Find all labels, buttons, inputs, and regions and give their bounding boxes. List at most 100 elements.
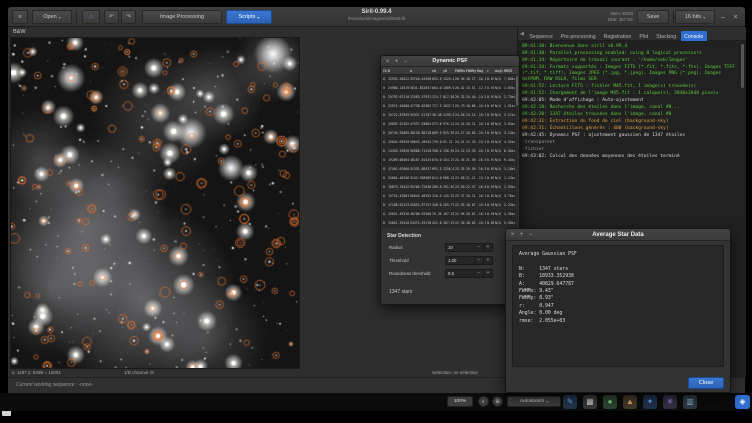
save-button[interactable]: Save	[637, 10, 669, 24]
chart-app-icon[interactable]: ▥	[683, 395, 697, 409]
window-close-button[interactable]: ×	[730, 12, 741, 23]
camera-icon[interactable]: ●	[603, 395, 617, 409]
psf-row[interactable]: 023974.44080747738.029822717.311037.9025…	[382, 102, 518, 111]
app-grid-icon[interactable]: ▦	[583, 395, 597, 409]
psf-cell: 24.31"	[454, 138, 465, 147]
psf-cell: 0.511	[486, 84, 494, 93]
close-button[interactable]: Close	[688, 377, 724, 389]
display-mode-dropdown[interactable]: Autostretch▾	[507, 396, 561, 407]
image-processing-menu-button[interactable]: Image Processing	[142, 10, 222, 24]
psf-col-a[interactable]: A	[409, 67, 431, 74]
tabs-scroll-left-icon[interactable]: ◀	[518, 31, 526, 37]
psf-table-scrollbar[interactable]	[516, 76, 518, 106]
psf-cell: 1.91e+03	[503, 102, 515, 111]
spin-increment-button[interactable]: +	[483, 270, 492, 277]
psf-cell: 291.03	[442, 183, 454, 192]
psf-cell: 24.58"	[454, 111, 465, 120]
psf-cell: 145.35	[442, 192, 454, 201]
psf-row[interactable]: 012933.20012739740.429568653.591325.4126…	[382, 75, 518, 84]
psf-cell: 39740.429568	[409, 75, 431, 84]
spin-increment-button[interactable]: +	[483, 257, 492, 264]
spin-decrement-button[interactable]: −	[474, 257, 483, 264]
psf-dialog-titlebar[interactable]: × + − Dynamic PSF	[381, 56, 519, 67]
undo-button[interactable]: ↶	[104, 10, 119, 24]
psf-cell: 12.33"	[465, 138, 476, 147]
active-window-icon[interactable]: ◈	[735, 395, 750, 409]
psf-cell: 174.77	[431, 93, 442, 102]
psf-cell: 1.18e+03	[503, 165, 515, 174]
psf-cell: 51335.684375	[409, 165, 431, 174]
psf-row[interactable]: 015722.87859855937.51707536.481199.8224.…	[382, 111, 518, 120]
home-button[interactable]: ⌂	[82, 10, 100, 24]
redo-button[interactable]: ↷	[121, 10, 136, 24]
threshold-spinbox[interactable]: 1.00−+	[445, 256, 493, 265]
psf-row[interactable]: 015752.42801256643.483558216.54145.3523.…	[382, 192, 518, 201]
psf-col-x0[interactable]: x0	[431, 67, 442, 74]
galaxy-app-icon[interactable]: ✳	[663, 395, 677, 409]
psf-cell: 19.56"	[465, 165, 476, 174]
psf-cell: 23.50"	[454, 183, 465, 192]
psf-row[interactable]: 015044.63920150643.105443739.0891.2224.3…	[382, 138, 518, 147]
psf-cell: 398.28	[431, 147, 442, 156]
psf-row[interactable]: 017108.63123655852.977477346.04269.7922.…	[382, 201, 518, 210]
window-minimize-button[interactable]: –	[718, 12, 728, 23]
psf-col-b[interactable]: B	[387, 67, 409, 74]
image-viewer-icon[interactable]: ▲	[623, 395, 637, 409]
psf-cell: 25864.463460	[387, 174, 409, 183]
psf-row[interactable]: 017401.67660651335.684375691.511256.6123…	[382, 165, 518, 174]
radius-spinbox[interactable]: 10−+	[445, 243, 493, 252]
psf-col-rmse[interactable]: RMSE	[503, 67, 515, 74]
psf-row[interactable]: 019209.00464448187.014154670.04154.2923.…	[382, 156, 518, 165]
psf-cell: -16.56	[476, 156, 486, 165]
psf-cell: N/A	[494, 183, 503, 192]
psf-cell: N/A	[494, 219, 503, 228]
psf-col-y0[interactable]: y0	[442, 67, 454, 74]
psf-row[interactable]: 025864.4634603143.938989613.08968.1623.6…	[382, 174, 518, 183]
spin-increment-button[interactable]: +	[483, 244, 492, 251]
siril-icon[interactable]: ✦	[643, 395, 657, 409]
psf-cell: 2.75e+03	[503, 93, 515, 102]
avg-dialog-title: Average Star Data	[506, 232, 730, 238]
half-circle-icon: ◐	[482, 399, 485, 405]
psf-col-r[interactable]: r	[486, 67, 494, 74]
psf-col-fwhmy[interactable]: FWHMy	[465, 67, 476, 74]
psf-row[interactable]: 014455.33850058908.713187398.28136.9424.…	[382, 147, 518, 156]
bit-depth-dropdown[interactable]: 16 bits▾	[675, 10, 715, 24]
negative-view-toggle[interactable]: ◐	[478, 396, 489, 407]
psf-cell: 0.934	[486, 156, 494, 165]
psf-row[interactable]: 020744.93005148130.801184869.91925.9524.…	[382, 129, 518, 138]
psf-row[interactable]: 016879.70432755766.720368285.82291.0323.…	[382, 183, 518, 192]
psf-row[interactable]: 024980.1361955631.832657664.051009.0526.…	[382, 84, 518, 93]
roundness-threshold-spinbox[interactable]: 0.5−+	[445, 269, 493, 278]
spin-decrement-button[interactable]: −	[474, 270, 483, 277]
psf-row[interactable]: 015631.49316148708.92560076.35167.3522.9…	[382, 210, 518, 219]
hamburger-menu-button[interactable]: ≡	[12, 10, 28, 24]
psf-cell: 23974.440807	[387, 102, 409, 111]
psf-row[interactable]: 025792.67118612583.379318174.77817.0526.…	[382, 93, 518, 102]
psf-dialog-title: Dynamic PSF	[381, 58, 519, 64]
avg-dialog-titlebar[interactable]: × + − Average Star Data	[506, 229, 730, 241]
psf-cell: -16.54	[476, 129, 486, 138]
psf-cell: 23.33"	[465, 147, 476, 156]
console-line: 09:41:34: Répertoire de travail courant …	[522, 58, 742, 64]
psf-cell: 20.31"	[465, 120, 476, 129]
zoom-level-box[interactable]: 100%	[447, 396, 473, 407]
psf-cell: 23.14"	[465, 111, 476, 120]
psf-col-mag[interactable]: Mag	[476, 67, 486, 74]
psf-col-angle[interactable]: Angle	[494, 67, 503, 74]
home-icon: ⌂	[89, 14, 92, 20]
psf-row[interactable]: 015841.29418254275.291786421.82167.5922.…	[382, 219, 518, 228]
text-editor-icon[interactable]: ✎	[563, 395, 577, 409]
open-button[interactable]: Open▾	[32, 10, 72, 24]
psf-cell: 1256.61	[442, 165, 454, 174]
psf-row[interactable]: 019895.52202447937.638041573.88976.1424.…	[382, 120, 518, 129]
stars-count-label: 1347 stars	[389, 289, 412, 295]
psf-cell: 18.27"	[465, 75, 476, 84]
psf-cell: 22.36"	[454, 219, 465, 228]
console-scrollbar[interactable]	[741, 44, 744, 88]
crosshair-toggle[interactable]: ⊕	[492, 396, 503, 407]
astro-image-view[interactable]	[10, 37, 300, 369]
spin-decrement-button[interactable]: −	[474, 244, 483, 251]
psf-col-fwhmx[interactable]: FWHMx	[454, 67, 465, 74]
scripts-menu-button[interactable]: Scripts▾	[226, 10, 272, 24]
